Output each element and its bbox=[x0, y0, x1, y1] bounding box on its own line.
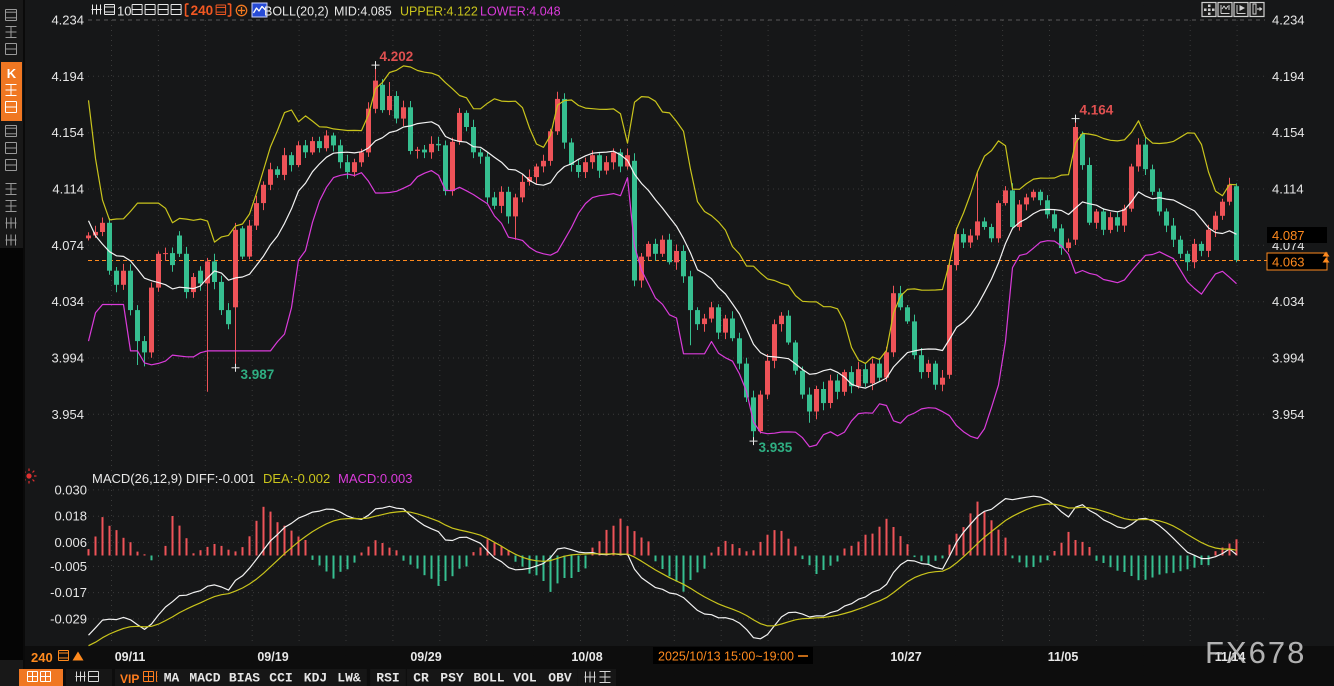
svg-text:4.034: 4.034 bbox=[1272, 294, 1305, 309]
svg-text:3.954: 3.954 bbox=[51, 407, 84, 422]
svg-text:09/19: 09/19 bbox=[257, 650, 288, 664]
svg-text:09/11: 09/11 bbox=[115, 650, 146, 664]
svg-text:BOLL: BOLL bbox=[473, 671, 504, 686]
svg-text:4.164: 4.164 bbox=[1080, 103, 1114, 118]
svg-text:4.074: 4.074 bbox=[51, 238, 84, 253]
svg-text:0.006: 0.006 bbox=[54, 535, 87, 550]
svg-text:4.234: 4.234 bbox=[1272, 13, 1305, 28]
svg-text:KDJ: KDJ bbox=[304, 671, 327, 686]
svg-text:10/08: 10/08 bbox=[571, 650, 602, 664]
svg-text:PSY: PSY bbox=[440, 671, 464, 686]
svg-text:OBV: OBV bbox=[548, 671, 572, 686]
svg-text:11/05: 11/05 bbox=[1048, 650, 1079, 664]
svg-text:VOL: VOL bbox=[513, 671, 537, 686]
svg-text:VIP: VIP bbox=[120, 672, 139, 686]
svg-text:UPPER:4.122: UPPER:4.122 bbox=[400, 5, 478, 19]
svg-text:240: 240 bbox=[31, 650, 53, 665]
svg-text:4.202: 4.202 bbox=[380, 49, 414, 64]
svg-text:FX678: FX678 bbox=[1205, 635, 1306, 670]
svg-text:-0.017: -0.017 bbox=[50, 585, 87, 600]
svg-text:-0.005: -0.005 bbox=[50, 559, 87, 574]
svg-text:MID:4.085: MID:4.085 bbox=[334, 5, 392, 19]
svg-text:4.154: 4.154 bbox=[51, 125, 84, 140]
svg-text:0.030: 0.030 bbox=[54, 482, 87, 497]
svg-text:4.034: 4.034 bbox=[51, 294, 84, 309]
svg-text:0.018: 0.018 bbox=[54, 509, 87, 524]
svg-text:MA: MA bbox=[164, 671, 180, 686]
svg-text:10: 10 bbox=[117, 4, 131, 19]
svg-text:CCI: CCI bbox=[269, 671, 292, 686]
svg-text:3.935: 3.935 bbox=[759, 440, 793, 455]
svg-text:-0.029: -0.029 bbox=[50, 611, 87, 626]
svg-text:2025/10/13 15:00~19:00: 2025/10/13 15:00~19:00 bbox=[658, 650, 794, 664]
svg-text:4.194: 4.194 bbox=[51, 69, 84, 84]
svg-text:BIAS: BIAS bbox=[229, 671, 260, 686]
svg-text:4.194: 4.194 bbox=[1272, 69, 1305, 84]
svg-text:BOLL(20,2): BOLL(20,2) bbox=[264, 5, 329, 19]
svg-text:240: 240 bbox=[191, 3, 214, 18]
svg-text:4.087: 4.087 bbox=[1272, 228, 1305, 243]
svg-text:09/29: 09/29 bbox=[410, 650, 441, 664]
svg-text:LW&: LW& bbox=[337, 671, 361, 686]
svg-text:K: K bbox=[7, 66, 17, 81]
svg-text:MACD:0.003: MACD:0.003 bbox=[338, 471, 412, 486]
svg-text:CR: CR bbox=[413, 671, 429, 686]
svg-text:4.114: 4.114 bbox=[52, 182, 84, 197]
svg-text:3.954: 3.954 bbox=[1272, 407, 1305, 422]
svg-text:3.994: 3.994 bbox=[51, 351, 84, 366]
svg-text:DEA:-0.002: DEA:-0.002 bbox=[263, 471, 330, 486]
svg-text:RSI: RSI bbox=[376, 671, 399, 686]
svg-text:3.994: 3.994 bbox=[1272, 351, 1305, 366]
svg-text:MACD(26,12,9) DIFF:-0.001: MACD(26,12,9) DIFF:-0.001 bbox=[92, 471, 255, 486]
svg-text:4.234: 4.234 bbox=[51, 13, 84, 28]
svg-text:10/27: 10/27 bbox=[890, 650, 921, 664]
svg-text:LOWER:4.048: LOWER:4.048 bbox=[480, 5, 561, 19]
svg-text:MACD: MACD bbox=[189, 671, 220, 686]
svg-text:4.063: 4.063 bbox=[1272, 255, 1305, 270]
svg-text:3.987: 3.987 bbox=[241, 367, 275, 382]
svg-text:4.154: 4.154 bbox=[1272, 125, 1305, 140]
svg-text:4.114: 4.114 bbox=[1272, 182, 1304, 197]
